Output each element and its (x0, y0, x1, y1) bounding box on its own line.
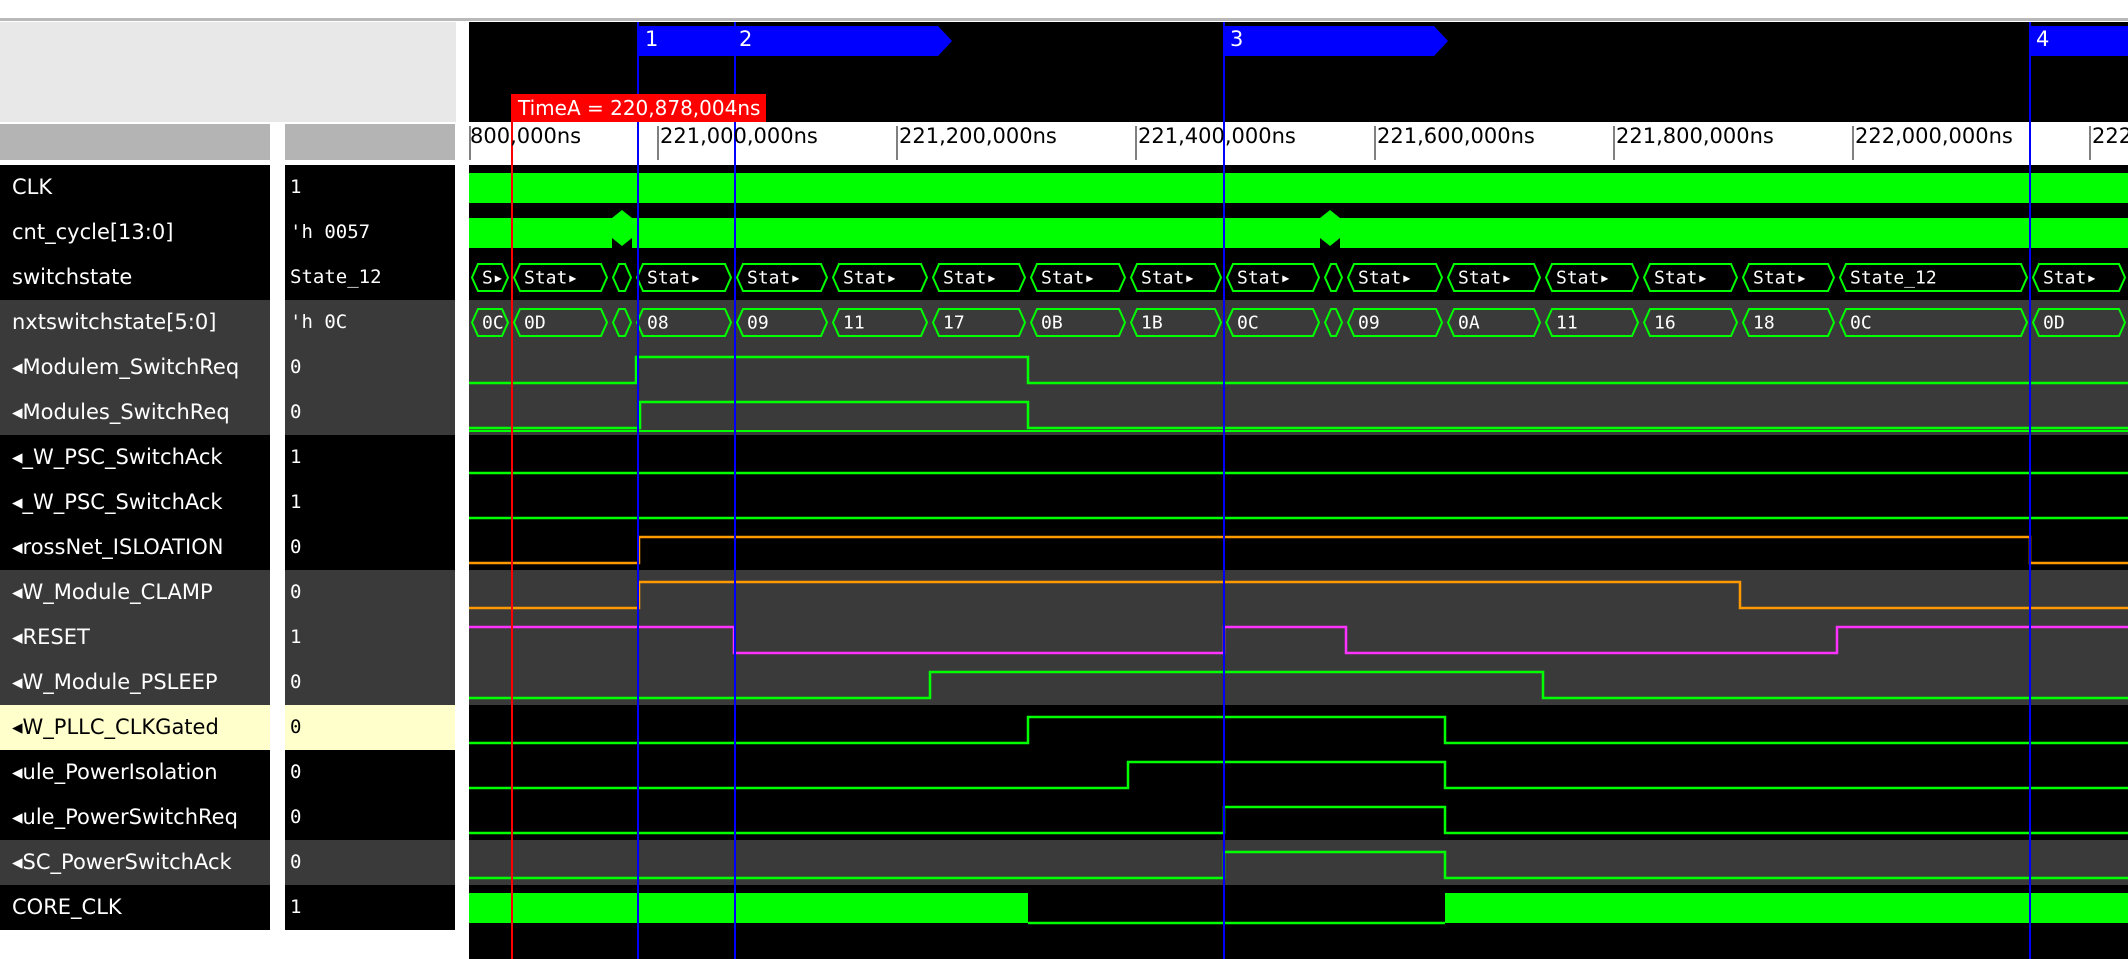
switchstate-value: S▸ (482, 268, 504, 289)
clk-wave (469, 173, 2128, 203)
nxtswitchstate-value: 0D (524, 313, 546, 334)
switchstate-value: Stat▸ (524, 268, 578, 289)
wave-row-bg (469, 300, 2128, 345)
wave-row-bg (469, 615, 2128, 660)
cnt-cycle-wave (1340, 218, 2128, 248)
timeline-tick-label: 800,000ns (470, 124, 582, 148)
wave-row-bg (469, 525, 2128, 570)
waveform-canvas[interactable]: S▸ Stat▸ Stat▸ Stat▸ Stat▸ Stat▸ Stat▸ Stat▸ Sta… (0, 0, 2128, 959)
nxtswitchstate-value: 17 (943, 313, 965, 334)
timeline-tick-label: 222,000,000ns (1855, 124, 2013, 148)
core-clk-wave (1445, 893, 2128, 923)
switchstate-value: Stat▸ (1753, 268, 1807, 289)
nxtswitchstate-value: 0C (1850, 313, 1872, 334)
switchstate-value: Stat▸ (747, 268, 801, 289)
timeline-tick-label: 221,200,000ns (899, 124, 1057, 148)
nxtswitchstate-value: 1B (1141, 313, 1163, 334)
nxtswitchstate-value: 0A (1458, 313, 1480, 334)
marker-label-4[interactable]: 4 (2036, 27, 2049, 51)
marker-label-1[interactable]: 1 (645, 27, 658, 51)
switchstate-value: Stat▸ (943, 268, 997, 289)
switchstate-value: Stat▸ (1358, 268, 1412, 289)
switchstate-value: Stat▸ (843, 268, 897, 289)
marker-label-3[interactable]: 3 (1230, 27, 1243, 51)
switchstate-value: Stat▸ (1556, 268, 1610, 289)
marker-flag[interactable] (1224, 26, 1448, 56)
nxtswitchstate-value: 16 (1654, 313, 1676, 334)
time-cursor-badge[interactable]: TimeA = 220,878,004ns (512, 94, 767, 122)
switchstate-value: Stat▸ (1237, 268, 1291, 289)
timeline-tick-label: 221,000,000ns (660, 124, 818, 148)
timeline-tick-label: 222 (2092, 124, 2128, 148)
switchstate-value: Stat▸ (1458, 268, 1512, 289)
nxtswitchstate-value: 0B (1041, 313, 1063, 334)
switchstate-value: Stat▸ (647, 268, 701, 289)
switchstate-value: Stat▸ (1041, 268, 1095, 289)
core-clk-wave (469, 893, 1028, 923)
switchstate-value: Stat▸ (1141, 268, 1195, 289)
nxtswitchstate-value: 0C (482, 313, 504, 334)
marker-flag[interactable] (638, 26, 952, 56)
nxtswitchstate-value: 09 (1358, 313, 1380, 334)
marker-label-2[interactable]: 2 (739, 27, 752, 51)
wave-area-footer (469, 930, 2128, 959)
timeline-tick-label: 221,600,000ns (1377, 124, 1535, 148)
switchstate-value: Stat▸ (1654, 268, 1708, 289)
nxtswitchstate-value: 0D (2043, 313, 2065, 334)
nxtswitchstate-value: 08 (647, 313, 669, 334)
nxtswitchstate-value: 09 (747, 313, 769, 334)
cnt-cycle-wave (469, 218, 612, 248)
nxtswitchstate-value: 0C (1237, 313, 1259, 334)
nxtswitchstate-value: 11 (843, 313, 865, 334)
timeline-tick-label: 221,800,000ns (1616, 124, 1774, 148)
timeline-tick-label: 221,400,000ns (1138, 124, 1296, 148)
switchstate-value: Stat▸ (2043, 268, 2097, 289)
switchstate-value: State_12 (1850, 268, 1937, 289)
nxtswitchstate-value: 18 (1753, 313, 1775, 334)
nxtswitchstate-value: 11 (1556, 313, 1578, 334)
